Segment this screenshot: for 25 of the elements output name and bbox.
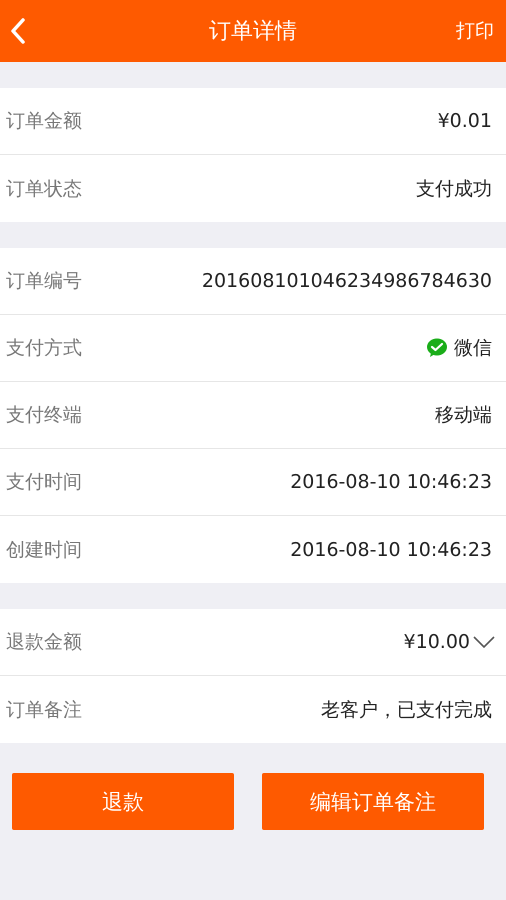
field-label: 订单备注 xyxy=(6,698,82,722)
field-label: 订单状态 xyxy=(6,176,82,202)
field-value: 支付成功 xyxy=(416,176,492,202)
print-button[interactable]: 打印 xyxy=(456,18,494,44)
field-label: 支付终端 xyxy=(6,403,82,428)
action-button[interactable]: 编辑订单备注 xyxy=(262,773,484,830)
page-title: 订单详情 xyxy=(209,18,297,46)
action-button[interactable]: 退款 xyxy=(12,773,234,830)
field-label: 创建时间 xyxy=(6,538,82,562)
field-label: 退款金额 xyxy=(6,630,82,655)
field-value: 2016-08-10 10:46:23 xyxy=(290,471,492,493)
field-label: 订单金额 xyxy=(6,109,82,134)
field-value: 201608101046234986784630 xyxy=(202,270,492,292)
chevron-down-icon xyxy=(472,635,496,649)
field-value: 2016-08-10 10:46:23 xyxy=(290,538,492,560)
chat-bubble-icon xyxy=(426,338,448,358)
back-icon xyxy=(10,17,26,45)
refund-amount-dropdown[interactable]: ¥10.00 xyxy=(404,631,496,653)
payment-method: 微信 xyxy=(454,336,492,361)
field-label: 支付方式 xyxy=(6,336,82,361)
field-value: ¥0.01 xyxy=(438,110,492,132)
field-label: 订单编号 xyxy=(6,269,82,294)
field-label: 支付时间 xyxy=(6,470,82,495)
field-value: 老客户，已支付完成 xyxy=(321,698,492,722)
field-value: 移动端 xyxy=(435,403,492,428)
